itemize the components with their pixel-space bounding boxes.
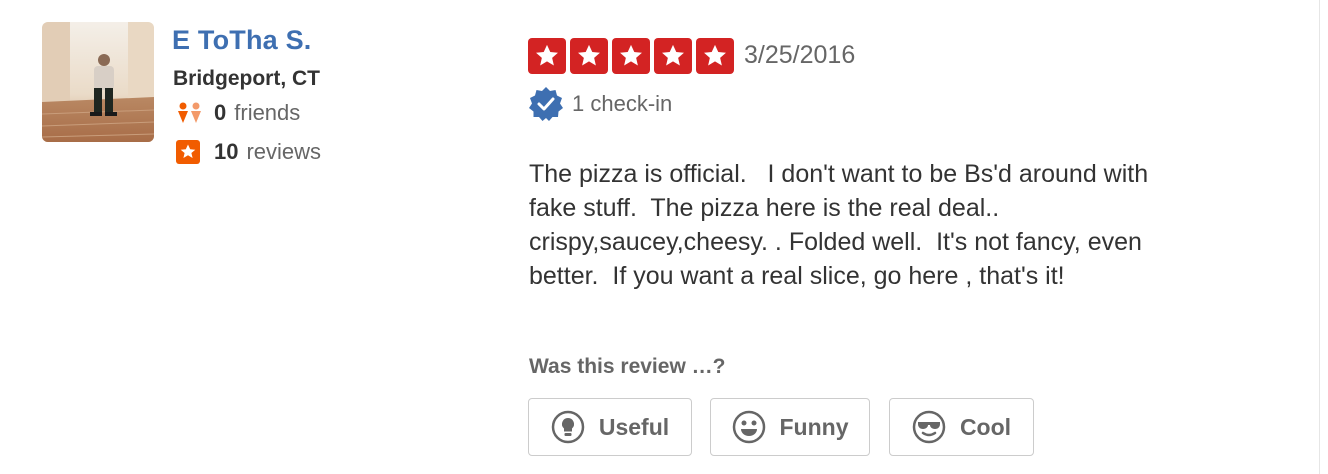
friends-stat: 0 friends xyxy=(176,100,300,126)
vote-prompt: Was this review …? xyxy=(529,355,726,378)
review-date: 3/25/2016 xyxy=(744,41,856,69)
friends-label: friends xyxy=(234,100,301,125)
review-star-icon xyxy=(176,140,206,164)
cool-label: Cool xyxy=(959,413,1012,440)
checkin-info: 1 check-in xyxy=(528,86,672,122)
funny-label: Funny xyxy=(779,413,849,440)
useful-button[interactable]: Useful xyxy=(528,398,692,456)
user-name[interactable]: E ToTha S. xyxy=(172,25,312,56)
card-divider xyxy=(1319,0,1320,474)
reviews-count: 10 xyxy=(214,139,239,164)
user-avatar[interactable] xyxy=(42,22,154,142)
star-icon xyxy=(696,38,734,74)
star-icon xyxy=(654,38,692,74)
checkin-text: 1 check-in xyxy=(572,91,673,116)
reviews-stat: 10 reviews xyxy=(176,139,321,165)
reviews-label: reviews xyxy=(246,139,322,164)
lightbulb-icon xyxy=(551,410,585,444)
friends-icon xyxy=(176,102,206,124)
checkin-badge-icon xyxy=(528,86,564,122)
friends-count: 0 xyxy=(214,100,227,125)
cool-button[interactable]: Cool xyxy=(889,398,1034,456)
star-icon xyxy=(612,38,650,74)
useful-label: Useful xyxy=(598,413,670,440)
user-location: Bridgeport, CT xyxy=(173,67,320,90)
star-icon xyxy=(570,38,608,74)
smiley-icon xyxy=(732,410,766,444)
star-rating xyxy=(528,38,734,74)
review-text: The pizza is official. I don't want to b… xyxy=(529,160,1149,290)
sunglasses-face-icon xyxy=(912,410,946,444)
user-photo-icon xyxy=(42,22,154,142)
star-icon xyxy=(528,38,566,74)
funny-button[interactable]: Funny xyxy=(710,398,870,456)
